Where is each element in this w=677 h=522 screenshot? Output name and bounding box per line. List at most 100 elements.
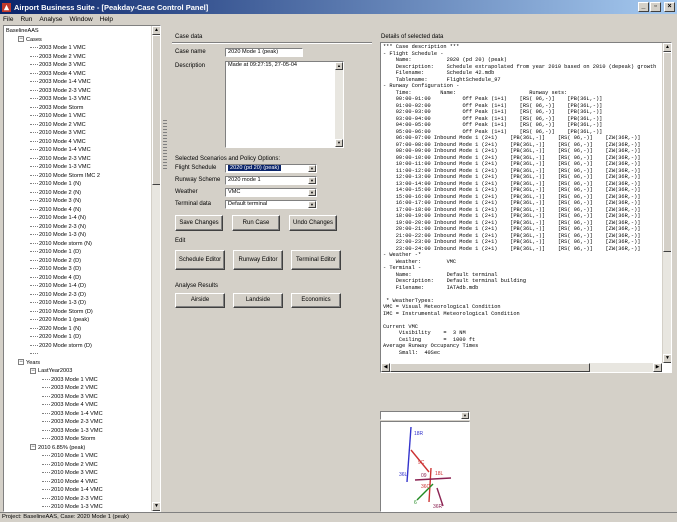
tree-item[interactable]: 2010 Mode 1 (N) <box>30 180 81 189</box>
tree-item[interactable]: 2010 Mode 3 VMC <box>42 469 98 478</box>
tree-item[interactable]: 2010 Mode 2-3 VMC <box>30 155 91 164</box>
tree-item[interactable]: 2003 Mode 1 VMC <box>30 44 86 53</box>
undo-changes-button[interactable]: Undo Changes <box>289 215 337 231</box>
description-scrollbar[interactable]: ▲ ▼ <box>335 62 343 147</box>
tree-item[interactable]: 2010 Mode 1-4 (D) <box>30 282 86 291</box>
scroll-up-arrow-icon[interactable]: ▲ <box>663 43 671 52</box>
collapse-icon[interactable]: − <box>30 444 36 451</box>
tree-item[interactable]: 2010 Mode 2 VMC <box>30 121 86 130</box>
tree-item[interactable]: 2010 Mode Storm IMC 2 <box>30 172 100 181</box>
tree-item[interactable]: 2010 Mode 2-3 (N) <box>30 223 86 232</box>
tree-item[interactable]: −2010 6.85% (peak) <box>30 444 85 453</box>
project-tree[interactable]: BaselineAAS − Cases 2003 Mode 1 VMC 2003 Mod… <box>3 25 161 512</box>
chevron-down-icon[interactable]: ▼ <box>461 412 469 419</box>
tree-item[interactable]: 2010 Mode 4 (D) <box>30 274 81 283</box>
tree-item[interactable]: 2010 Mode 1 VMC <box>42 452 98 461</box>
scroll-up-arrow-icon[interactable]: ▲ <box>335 62 343 70</box>
collapse-icon[interactable]: − <box>18 36 24 43</box>
scroll-left-arrow-icon[interactable]: ◀ <box>381 363 390 372</box>
tree-item[interactable]: 2003 Mode 1-3 VMC <box>42 427 103 436</box>
tree-item[interactable]: 2003 Mode Storm <box>30 104 83 113</box>
tree-item[interactable]: − LastYear2003 <box>30 367 72 376</box>
tree-item[interactable]: 2010 Mode 2 (D) <box>30 257 81 266</box>
tree-item[interactable]: 2010 Mode 1-3 (N) <box>30 231 86 240</box>
tree-item[interactable]: 2020 Mode storm (D) <box>30 342 92 351</box>
scroll-down-arrow-icon[interactable]: ▼ <box>663 354 671 363</box>
tree-item[interactable]: 2010 Mode 1-4 (N) <box>30 214 86 223</box>
description-field[interactable]: Made at 09:27:15, 27-05-04 ▲ ▼ <box>225 61 344 148</box>
tree-item[interactable]: 2010 Mode 1 VMC <box>30 112 86 121</box>
tree-item[interactable]: − Cases <box>18 36 42 45</box>
tree-item[interactable]: 2003 Mode 3 VMC <box>30 61 86 70</box>
tree-item[interactable]: 2010 Mode 1-4 VMC <box>30 146 91 155</box>
tree-scrollbar[interactable]: ▲ ▼ <box>151 26 160 511</box>
tree-item[interactable]: 2003 Mode 1-4 VMC <box>30 78 91 87</box>
menu-analyse[interactable]: Analyse <box>39 16 62 23</box>
tree-item[interactable]: 2010 Mode 2 (N) <box>30 189 81 198</box>
chevron-down-icon[interactable]: ▼ <box>308 201 316 208</box>
tree-item[interactable]: 2010 Mode storm (N) <box>30 240 92 249</box>
menu-window[interactable]: Window <box>70 16 93 23</box>
tree-item[interactable]: 2020 Mode 1 (peak) <box>30 316 89 325</box>
details-hscrollbar[interactable]: ◀ ▶ <box>381 363 662 372</box>
tree-item[interactable]: BaselineAAS <box>6 27 39 36</box>
minimize-button[interactable]: _ <box>638 2 649 12</box>
runway-editor-button[interactable]: Runway Editor <box>233 250 283 270</box>
tree-item[interactable]: 2003 Mode 2 VMC <box>42 384 98 393</box>
chevron-down-icon[interactable]: ▼ <box>308 177 316 184</box>
tree-item[interactable]: 2003 Mode 2-3 VMC <box>42 418 103 427</box>
weather-select[interactable]: VMC ▼ <box>225 188 317 197</box>
details-vscrollbar[interactable]: ▲ ▼ <box>662 43 671 363</box>
tree-item[interactable]: 2010 Mode 4 VMC <box>30 138 86 147</box>
tree-item[interactable]: 2010 Mode 4 VMC <box>42 478 98 487</box>
chevron-down-icon[interactable]: ▼ <box>308 189 316 196</box>
schedule-editor-button[interactable]: Schedule Editor <box>175 250 225 270</box>
diagram-select[interactable]: ▼ <box>380 411 470 420</box>
tree-item[interactable]: 2010 Mode 3 VMC <box>30 129 86 138</box>
maximize-button[interactable]: ▫ <box>650 2 661 12</box>
splitter-grip[interactable] <box>163 120 167 170</box>
tree-item[interactable]: 2010 Mode 3 (D) <box>30 265 81 274</box>
scroll-thumb[interactable] <box>152 35 160 185</box>
tree-item[interactable]: 2003 Mode 1-3 VMC <box>30 95 91 104</box>
tree-item[interactable]: 2010 Mode 4 (N) <box>30 206 81 215</box>
scroll-down-arrow-icon[interactable]: ▼ <box>335 139 343 147</box>
chevron-down-icon[interactable]: ▼ <box>308 165 316 172</box>
tree-item[interactable]: 2010 Mode Storm (D) <box>30 308 93 317</box>
scroll-right-arrow-icon[interactable]: ▶ <box>653 363 662 372</box>
economics-button[interactable]: Economics <box>291 293 341 308</box>
scroll-up-arrow-icon[interactable]: ▲ <box>152 26 160 35</box>
tree-item[interactable]: 2003 Mode 2 VMC <box>30 53 86 62</box>
tree-item[interactable]: 2003 Mode 1-4 VMC <box>42 410 103 419</box>
tree-item[interactable]: 2003 Mode 2-3 VMC <box>30 87 91 96</box>
collapse-icon[interactable]: − <box>30 367 36 374</box>
terminal-editor-button[interactable]: Terminal Editor <box>291 250 341 270</box>
tree-item[interactable]: − Years <box>18 359 40 368</box>
scroll-thumb[interactable] <box>390 363 590 372</box>
details-panel[interactable]: *** Case description *** - Flight Schedu… <box>380 42 672 373</box>
terminal-data-select[interactable]: Default terminal ▼ <box>225 200 317 209</box>
tree-item[interactable]: 2010 Mode 1 (D) <box>30 248 81 257</box>
case-name-field[interactable]: 2020 Mode 1 (peak) <box>225 48 303 57</box>
tree-item[interactable]: 2010 Mode 1-4 VMC <box>42 486 103 495</box>
tree-item[interactable]: 2003 Mode 1 VMC <box>42 376 98 385</box>
close-button[interactable]: × <box>664 2 675 12</box>
landside-button[interactable]: Landside <box>233 293 283 308</box>
tree-item[interactable]: 2010 Mode 2-3 (D) <box>30 291 86 300</box>
tree-item[interactable]: 2010 Mode 1-3 (D) <box>30 299 86 308</box>
collapse-icon[interactable]: − <box>18 359 24 366</box>
tree-item[interactable]: 2003 Mode Storm <box>42 435 95 444</box>
tree-item[interactable]: 2003 Mode 4 VMC <box>42 401 98 410</box>
tree-item[interactable]: 2003 Mode 4 VMC <box>30 70 86 79</box>
runway-scheme-select[interactable]: 2020 mode 1 ▼ <box>225 176 317 185</box>
menu-run[interactable]: Run <box>20 16 32 23</box>
scroll-down-arrow-icon[interactable]: ▼ <box>152 502 160 511</box>
flight-schedule-select[interactable]: 2020 (pd 20) (peak) ▼ <box>225 164 317 173</box>
tree-item[interactable]: 2010 Mode 2 VMC <box>42 461 98 470</box>
save-changes-button[interactable]: Save Changes <box>175 215 223 231</box>
menu-file[interactable]: File <box>3 16 13 23</box>
airside-button[interactable]: Airside <box>175 293 225 308</box>
scroll-thumb[interactable] <box>663 52 671 252</box>
tree-item[interactable]: 2010 Mode 3 (N) <box>30 197 81 206</box>
tree-item[interactable]: 2020 Mode 1 (D) <box>30 333 81 342</box>
